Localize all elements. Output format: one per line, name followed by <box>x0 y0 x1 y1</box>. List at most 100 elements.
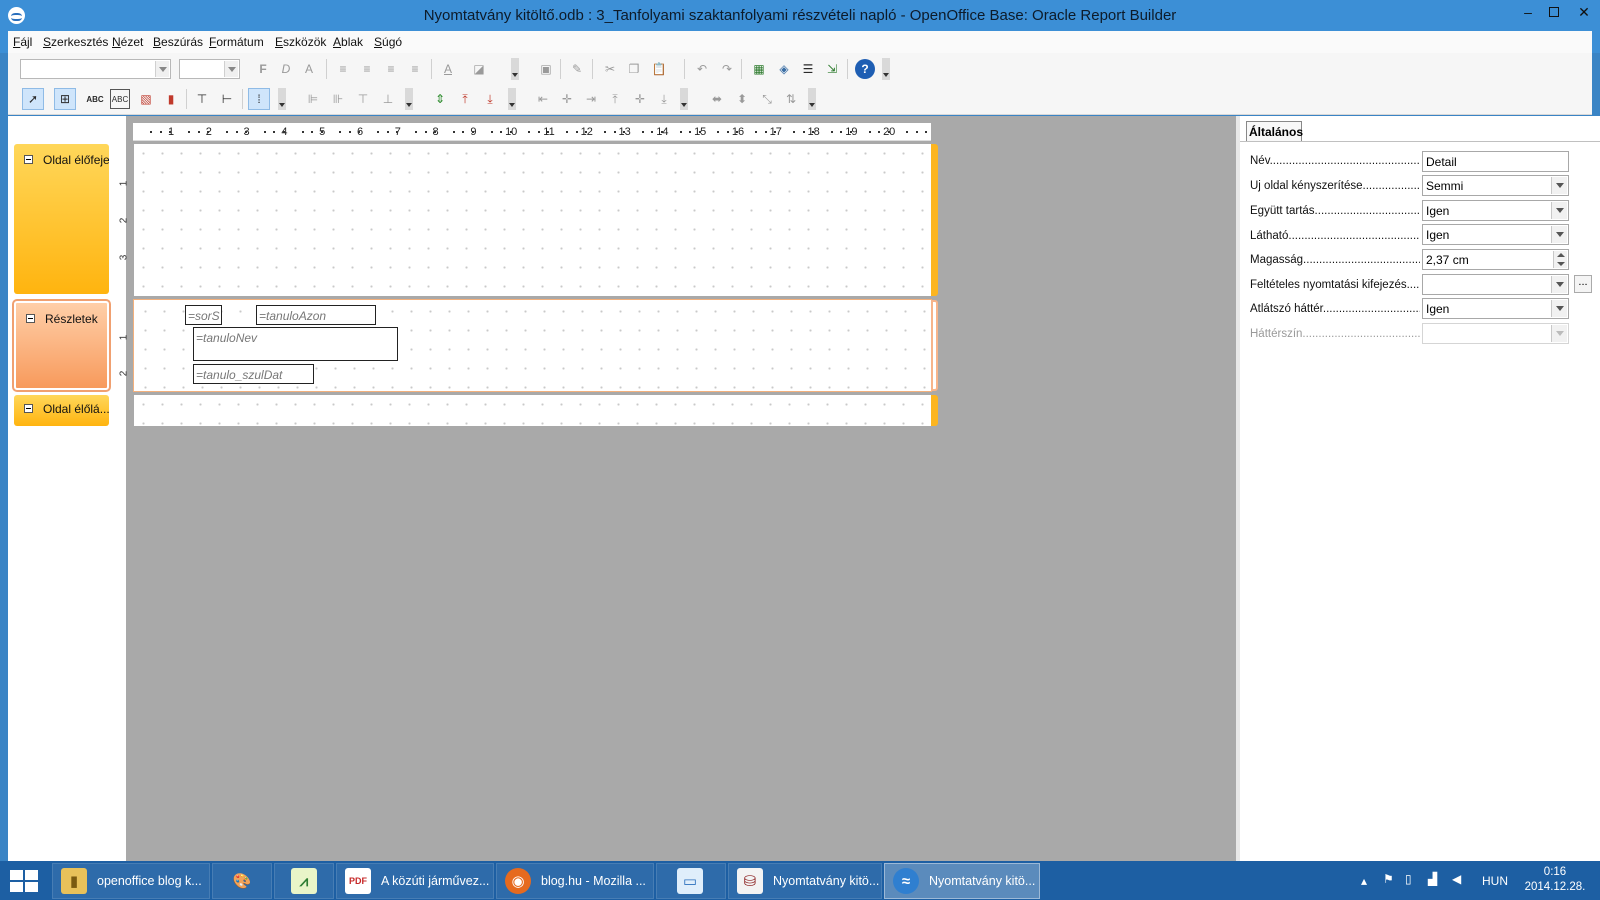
undo-icon[interactable]: ↶ <box>692 59 712 79</box>
menu-window[interactable]: Ablak <box>333 35 363 49</box>
toolbar-options-icon[interactable] <box>808 88 816 110</box>
equal-size-icon[interactable]: ⤡ <box>757 89 777 109</box>
volume-icon[interactable]: ◀ <box>1452 872 1461 900</box>
minimize-button[interactable]: – <box>1514 2 1542 24</box>
menu-edit[interactable]: Szerkesztés <box>43 35 108 49</box>
text-box-icon[interactable]: ABC <box>110 89 130 109</box>
align-left-icon[interactable]: ≡ <box>333 59 353 79</box>
cut-icon[interactable]: ✂ <box>600 59 620 79</box>
edit-icon[interactable]: ✎ <box>567 59 587 79</box>
font-size-combo[interactable] <box>179 59 240 79</box>
taskbar-item-report-builder[interactable]: ≈ Nyomtatvány kitö... <box>884 863 1040 899</box>
object-resize-icon[interactable]: ⇤ <box>533 89 553 109</box>
section-page-footer-button[interactable]: Oldal élőlá... <box>14 395 109 426</box>
copy-icon[interactable]: ❐ <box>624 59 644 79</box>
font-name-combo[interactable] <box>20 59 171 79</box>
toolbar-options-icon[interactable] <box>278 88 286 110</box>
section-page-header-button[interactable]: Oldal élőfeje <box>14 144 109 294</box>
image-control-icon[interactable]: ▧ <box>136 89 156 109</box>
field-sorszam[interactable]: =sorS <box>185 305 222 325</box>
align-center-icon[interactable]: ≡ <box>357 59 377 79</box>
collapse-icon[interactable] <box>24 404 33 413</box>
taskbar-item-explorer[interactable]: ▮ openoffice blog k... <box>52 863 210 899</box>
execute-report-icon[interactable]: ⇲ <box>822 59 842 79</box>
chevron-down-icon[interactable] <box>1551 177 1567 194</box>
menu-view[interactable]: Nézet <box>112 35 143 49</box>
chevron-down-icon[interactable] <box>1551 276 1567 293</box>
report-navigator-icon[interactable]: ◈ <box>774 59 794 79</box>
redo-icon[interactable]: ↷ <box>717 59 737 79</box>
power-icon[interactable]: ▯ <box>1405 872 1412 900</box>
page-footer-section[interactable] <box>134 395 931 426</box>
menu-tools[interactable]: Eszközök <box>275 35 326 49</box>
chevron-down-icon[interactable] <box>155 61 169 77</box>
tab-general[interactable]: Általános <box>1246 121 1303 141</box>
taskbar-item-firefox[interactable]: ◉ blog.hu - Mozilla ... <box>496 863 654 899</box>
help-icon[interactable]: ? <box>855 59 875 79</box>
collapse-icon[interactable] <box>24 155 33 164</box>
shrink-icon[interactable]: ⇕ <box>430 89 450 109</box>
chevron-down-icon[interactable] <box>224 61 238 77</box>
horizontal-line-icon[interactable]: ⊤ <box>192 89 212 109</box>
field-tanulo-azon[interactable]: =tanuloAzon <box>256 305 376 325</box>
prop-keep-together-select[interactable]: Igen <box>1422 200 1569 221</box>
field-tanulo-szuldat[interactable]: =tanulo_szulDat <box>193 364 314 384</box>
prop-conditional-print-select[interactable] <box>1422 274 1569 295</box>
align-right-objects-icon[interactable]: ⊪ <box>328 89 348 109</box>
collapse-icon[interactable] <box>26 314 35 323</box>
taskbar-item-pdf[interactable]: PDF A közúti járművez... <box>336 863 494 899</box>
sorting-grouping-icon[interactable]: ☰ <box>798 59 818 79</box>
close-button[interactable]: ✕ <box>1568 2 1600 24</box>
align-top-edge-icon[interactable]: ⤒ <box>605 89 625 109</box>
prop-name-input[interactable]: Detail <box>1422 151 1569 172</box>
font-color-icon[interactable]: A <box>438 59 458 79</box>
paste-icon[interactable]: 📋 <box>649 59 669 79</box>
bold-button[interactable]: F <box>253 59 273 79</box>
chevron-down-icon[interactable] <box>1551 226 1567 243</box>
distribute-icon[interactable]: ⇅ <box>781 89 801 109</box>
align-bottom-objects-icon[interactable]: ⊥ <box>378 89 398 109</box>
shrink-from-bottom-icon[interactable]: ⤓ <box>480 89 500 109</box>
maximize-button[interactable] <box>1540 2 1568 24</box>
align-right-edge-icon[interactable]: ⇥ <box>581 89 601 109</box>
prop-force-new-page-select[interactable]: Semmi <box>1422 175 1569 196</box>
save-icon[interactable]: ▣ <box>536 59 556 79</box>
prop-transparent-bg-select[interactable]: Igen <box>1422 298 1569 319</box>
equal-width-icon[interactable]: ⬌ <box>707 89 727 109</box>
chevron-down-icon[interactable] <box>1551 300 1567 317</box>
menu-help[interactable]: Súgó <box>374 35 402 49</box>
align-right-icon[interactable]: ≡ <box>381 59 401 79</box>
toolbar-options-icon[interactable] <box>680 88 688 110</box>
system-clock[interactable]: 0:16 2014.12.28. <box>1520 865 1590 895</box>
shadow-button[interactable]: A <box>299 59 319 79</box>
equal-height-icon[interactable]: ⬍ <box>732 89 752 109</box>
toolbar-options-icon[interactable] <box>508 88 516 110</box>
toolbar-options-icon[interactable] <box>882 58 890 80</box>
taskbar-item-base[interactable]: ⛁ Nyomtatvány kitö... <box>728 863 882 899</box>
italic-button[interactable]: D <box>276 59 296 79</box>
align-top-objects-icon[interactable]: ⊤ <box>353 89 373 109</box>
align-left-objects-icon[interactable]: ⊫ <box>303 89 323 109</box>
toolbar-options-icon[interactable] <box>511 58 519 80</box>
label-field-icon[interactable]: ABC <box>85 89 105 109</box>
show-hidden-icons-icon[interactable]: ▴ <box>1361 874 1367 900</box>
spinner-icon[interactable] <box>1553 251 1567 268</box>
field-tanulo-nev[interactable]: =tanuloNev <box>193 327 398 361</box>
menu-format[interactable]: Formátum <box>209 35 264 49</box>
grid-icon[interactable]: ⁞ <box>248 88 270 110</box>
taskbar-item-paint[interactable]: 🎨 <box>212 863 272 899</box>
taskbar-item-notepad[interactable]: ▭ <box>656 863 726 899</box>
align-justify-icon[interactable]: ≡ <box>405 59 425 79</box>
chart-icon[interactable]: ▮ <box>161 89 181 109</box>
highlight-color-icon[interactable]: ◪ <box>469 59 489 79</box>
add-field-icon[interactable]: ▦ <box>749 59 769 79</box>
center-vertical-icon[interactable]: ✛ <box>630 89 650 109</box>
action-center-flag-icon[interactable]: ⚑ <box>1383 872 1394 900</box>
chevron-down-icon[interactable] <box>1551 202 1567 219</box>
network-signal-icon[interactable]: ▟ <box>1428 872 1437 900</box>
vertical-line-icon[interactable]: ⊢ <box>217 89 237 109</box>
shrink-from-top-icon[interactable]: ⤒ <box>455 89 475 109</box>
start-button[interactable] <box>10 870 39 892</box>
prop-height-input[interactable]: 2,37 cm <box>1422 249 1569 270</box>
input-language[interactable]: HUN <box>1482 874 1508 900</box>
